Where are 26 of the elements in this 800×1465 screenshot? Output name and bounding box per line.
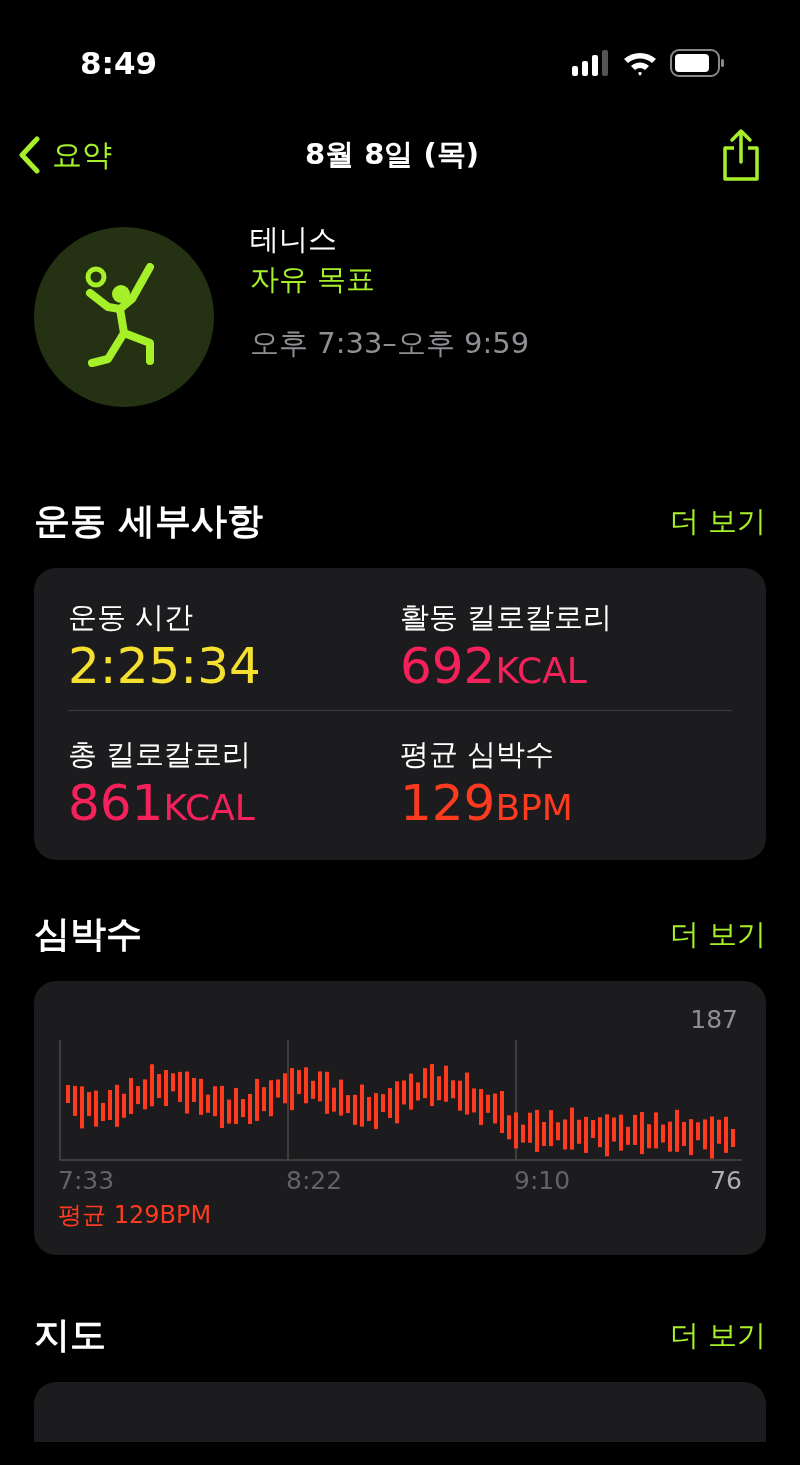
more-link[interactable]: 더 보기: [669, 501, 766, 542]
workout-name: 테니스: [250, 221, 338, 258]
workout-time-range: 오후 7:33–오후 9:59: [250, 325, 530, 362]
stat-label: 운동 시간: [68, 599, 195, 636]
stat-label: 활동 킬로칼로리: [400, 599, 614, 636]
stat-label: 평균 심박수: [400, 735, 556, 773]
back-button[interactable]: 요약: [18, 134, 305, 176]
time-label: 7:33: [58, 1166, 116, 1195]
time-label: 8:22: [286, 1166, 344, 1195]
stat-value: 129BPM: [400, 774, 574, 832]
stat-value: 861 KCAL: [68, 774, 256, 832]
section-title: 심박수: [34, 912, 142, 956]
stat-value: 2:25:34: [68, 638, 262, 696]
more-link[interactable]: 더 보기: [669, 914, 766, 955]
stat-value: 692 KCAL: [400, 638, 588, 696]
average-heart-rate: 평균 129BPM: [58, 1200, 213, 1231]
section-title: 지도: [34, 1313, 106, 1357]
max-value: 187: [690, 1005, 738, 1034]
status-time: 8:49: [80, 44, 158, 81]
time-label: 9:10: [514, 1166, 572, 1195]
stat-label: 총 킬로칼로리: [68, 735, 253, 773]
min-value: 76: [710, 1166, 742, 1195]
section-title: 운동 세부사항: [34, 499, 263, 543]
more-link[interactable]: 더 보기: [669, 1315, 766, 1356]
workout-goal: 자유 목표: [250, 261, 377, 298]
page-title: 8월 8일 (목): [304, 136, 480, 173]
